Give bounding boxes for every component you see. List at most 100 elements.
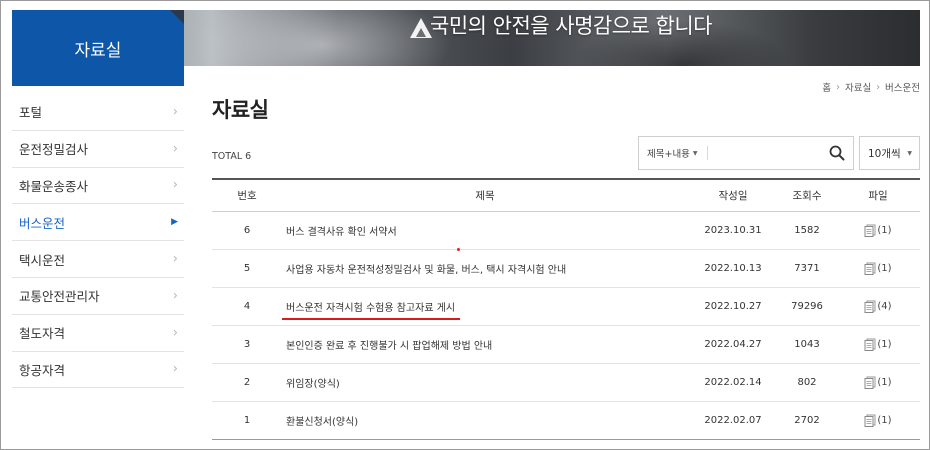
header-num: 번호 <box>237 190 257 202</box>
row-title-link-highlighted[interactable]: 버스운전 자격시험 수험용 참고자료 게시 <box>282 299 688 320</box>
file-count: (1) <box>877 225 892 236</box>
chevron-right-icon: › <box>172 141 178 157</box>
sidebar-item-label: 교통안전관리자 <box>19 289 100 305</box>
sidebar-item-label: 항공자격 <box>19 362 66 378</box>
search-scope-label: 제목+내용 <box>647 149 690 160</box>
file-count: (1) <box>877 263 892 274</box>
attachment-icon <box>864 376 876 389</box>
caret-down-icon: ▼ <box>907 149 912 157</box>
row-date: 2022.02.07 <box>704 415 762 426</box>
data-table: 번호 제목 작성일 조회수 파일 6 버스 결격사유 확인 서약서 2023.1… <box>212 178 920 440</box>
row-title-link[interactable]: 위임장(양식) <box>282 375 688 390</box>
breadcrumb-level2[interactable]: 버스운전 <box>885 80 920 94</box>
row-views: 802 <box>797 377 817 388</box>
chevron-right-icon: › <box>172 104 178 120</box>
chevron-right-icon: › <box>172 288 178 304</box>
row-file[interactable]: (1) <box>836 376 920 389</box>
row-date: 2022.10.27 <box>704 301 762 312</box>
sidebar-item-driving-aptitude-test[interactable]: 운전정밀검사 › <box>12 131 184 168</box>
search-input[interactable] <box>711 140 821 166</box>
chevron-right-icon: › <box>172 325 178 341</box>
row-file[interactable]: (1) <box>836 224 920 237</box>
table-row: 4 버스운전 자격시험 수험용 참고자료 게시 2022.10.27 79296… <box>212 288 920 326</box>
breadcrumb-level1[interactable]: 자료실 <box>845 80 871 94</box>
sidebar-item-label: 화물운송종사 <box>19 178 89 194</box>
logo-triangle-inner <box>416 28 426 37</box>
breadcrumb-home[interactable]: 홈 <box>822 80 831 94</box>
row-title-link[interactable]: 사업용 자동차 운전적성정밀검사 및 화물, 버스, 택시 자격시험 안내 <box>282 261 688 276</box>
attachment-icon <box>864 262 876 275</box>
chevron-right-icon: › <box>172 251 178 267</box>
row-num: 2 <box>243 377 251 388</box>
sidebar-item-label: 철도자격 <box>19 326 66 342</box>
section-title-label: 자료실 <box>74 40 122 61</box>
header-views: 조회수 <box>792 190 822 202</box>
row-title-link[interactable]: 버스 결격사유 확인 서약서 <box>282 223 688 238</box>
row-date: 2022.10.13 <box>704 263 762 274</box>
table-row: 5 사업용 자동차 운전적성정밀검사 및 화물, 버스, 택시 자격시험 안내 … <box>212 250 920 288</box>
caret-down-icon: ▼ <box>692 149 698 157</box>
row-date: 2022.02.14 <box>704 377 762 388</box>
row-title-text: 버스운전 자격시험 수험용 참고자료 게시 <box>286 303 456 314</box>
chevron-right-icon: › <box>172 361 178 377</box>
row-views: 1582 <box>794 225 820 236</box>
per-page-select[interactable]: 10개씩 ▼ <box>859 136 920 170</box>
file-count: (1) <box>877 339 892 350</box>
sidebar-nav: 포털 › 운전정밀검사 › 화물운송종사 › 버스운전 ▶ 택시운전 › 교통안… <box>12 94 184 389</box>
sidebar-item-label: 택시운전 <box>19 252 66 268</box>
row-date: 2022.04.27 <box>704 339 762 350</box>
search-scope-select[interactable]: 제목+내용 ▼ <box>639 137 707 169</box>
row-views: 2702 <box>794 415 820 426</box>
row-num: 5 <box>243 263 251 274</box>
row-views: 7371 <box>794 263 820 274</box>
sidebar-item-label: 포털 <box>19 105 43 121</box>
row-file[interactable]: (1) <box>836 338 920 351</box>
page-title: 자료실 <box>212 98 269 122</box>
breadcrumb: 홈 › 자료실 › 버스운전 <box>822 80 920 95</box>
table-header: 번호 제목 작성일 조회수 파일 <box>212 180 920 212</box>
search-button[interactable] <box>827 143 847 163</box>
table-row: 3 본인인증 완료 후 진행불가 시 팝업해제 방법 안내 2022.04.27… <box>212 326 920 364</box>
row-file[interactable]: (4) <box>836 300 920 313</box>
search-divider <box>707 146 708 160</box>
sidebar-item-traffic-safety-manager[interactable]: 교통안전관리자 › <box>12 278 184 315</box>
red-dot-annotation <box>457 248 460 251</box>
search-icon <box>829 145 845 161</box>
row-title-link[interactable]: 본인인증 완료 후 진행불가 시 팝업해제 방법 안내 <box>282 337 688 352</box>
table-row: 6 버스 결격사유 확인 서약서 2023.10.31 1582 (1) <box>212 212 920 250</box>
sidebar-item-label: 운전정밀검사 <box>19 142 89 158</box>
search-box: 제목+내용 ▼ <box>638 136 854 170</box>
sidebar-item-label: 버스운전 <box>19 215 66 231</box>
file-count: (4) <box>877 301 892 312</box>
row-num: 3 <box>243 339 251 350</box>
red-underline-annotation <box>282 318 460 320</box>
header-date: 작성일 <box>718 190 748 202</box>
row-title-link[interactable]: 환불신청서(양식) <box>282 413 688 428</box>
sidebar-item-portal[interactable]: 포털 › <box>12 94 184 131</box>
row-file[interactable]: (1) <box>836 414 920 427</box>
row-num: 4 <box>243 301 251 312</box>
header-file: 파일 <box>868 190 888 202</box>
sidebar-item-railway[interactable]: 철도자격 › <box>12 315 184 352</box>
sidebar-item-taxi-driving[interactable]: 택시운전 › <box>12 241 184 278</box>
row-views: 79296 <box>791 301 823 312</box>
sidebar-item-aviation[interactable]: 항공자격 › <box>12 352 184 389</box>
row-views: 1043 <box>794 339 820 350</box>
attachment-icon <box>864 300 876 313</box>
row-num: 1 <box>243 415 251 426</box>
attachment-icon <box>864 224 876 237</box>
attachment-icon <box>864 338 876 351</box>
sidebar-item-bus-driving[interactable]: 버스운전 ▶ <box>12 204 184 242</box>
section-title: 자료실 <box>12 10 184 86</box>
header-title: 제목 <box>475 190 495 202</box>
row-file[interactable]: (1) <box>836 262 920 275</box>
caret-right-icon: ▶ <box>171 217 178 228</box>
breadcrumb-separator-icon: › <box>836 81 840 93</box>
total-count: TOTAL 6 <box>212 151 252 162</box>
table-row: 1 환불신청서(양식) 2022.02.07 2702 (1) <box>212 402 920 440</box>
attachment-icon <box>864 414 876 427</box>
banner-slogan: 국민의 안전을 사명감으로 합니다 <box>430 14 713 38</box>
chevron-right-icon: › <box>172 177 178 193</box>
table-row: 2 위임장(양식) 2022.02.14 802 (1) <box>212 364 920 402</box>
sidebar-item-cargo-transport[interactable]: 화물운송종사 › <box>12 168 184 205</box>
